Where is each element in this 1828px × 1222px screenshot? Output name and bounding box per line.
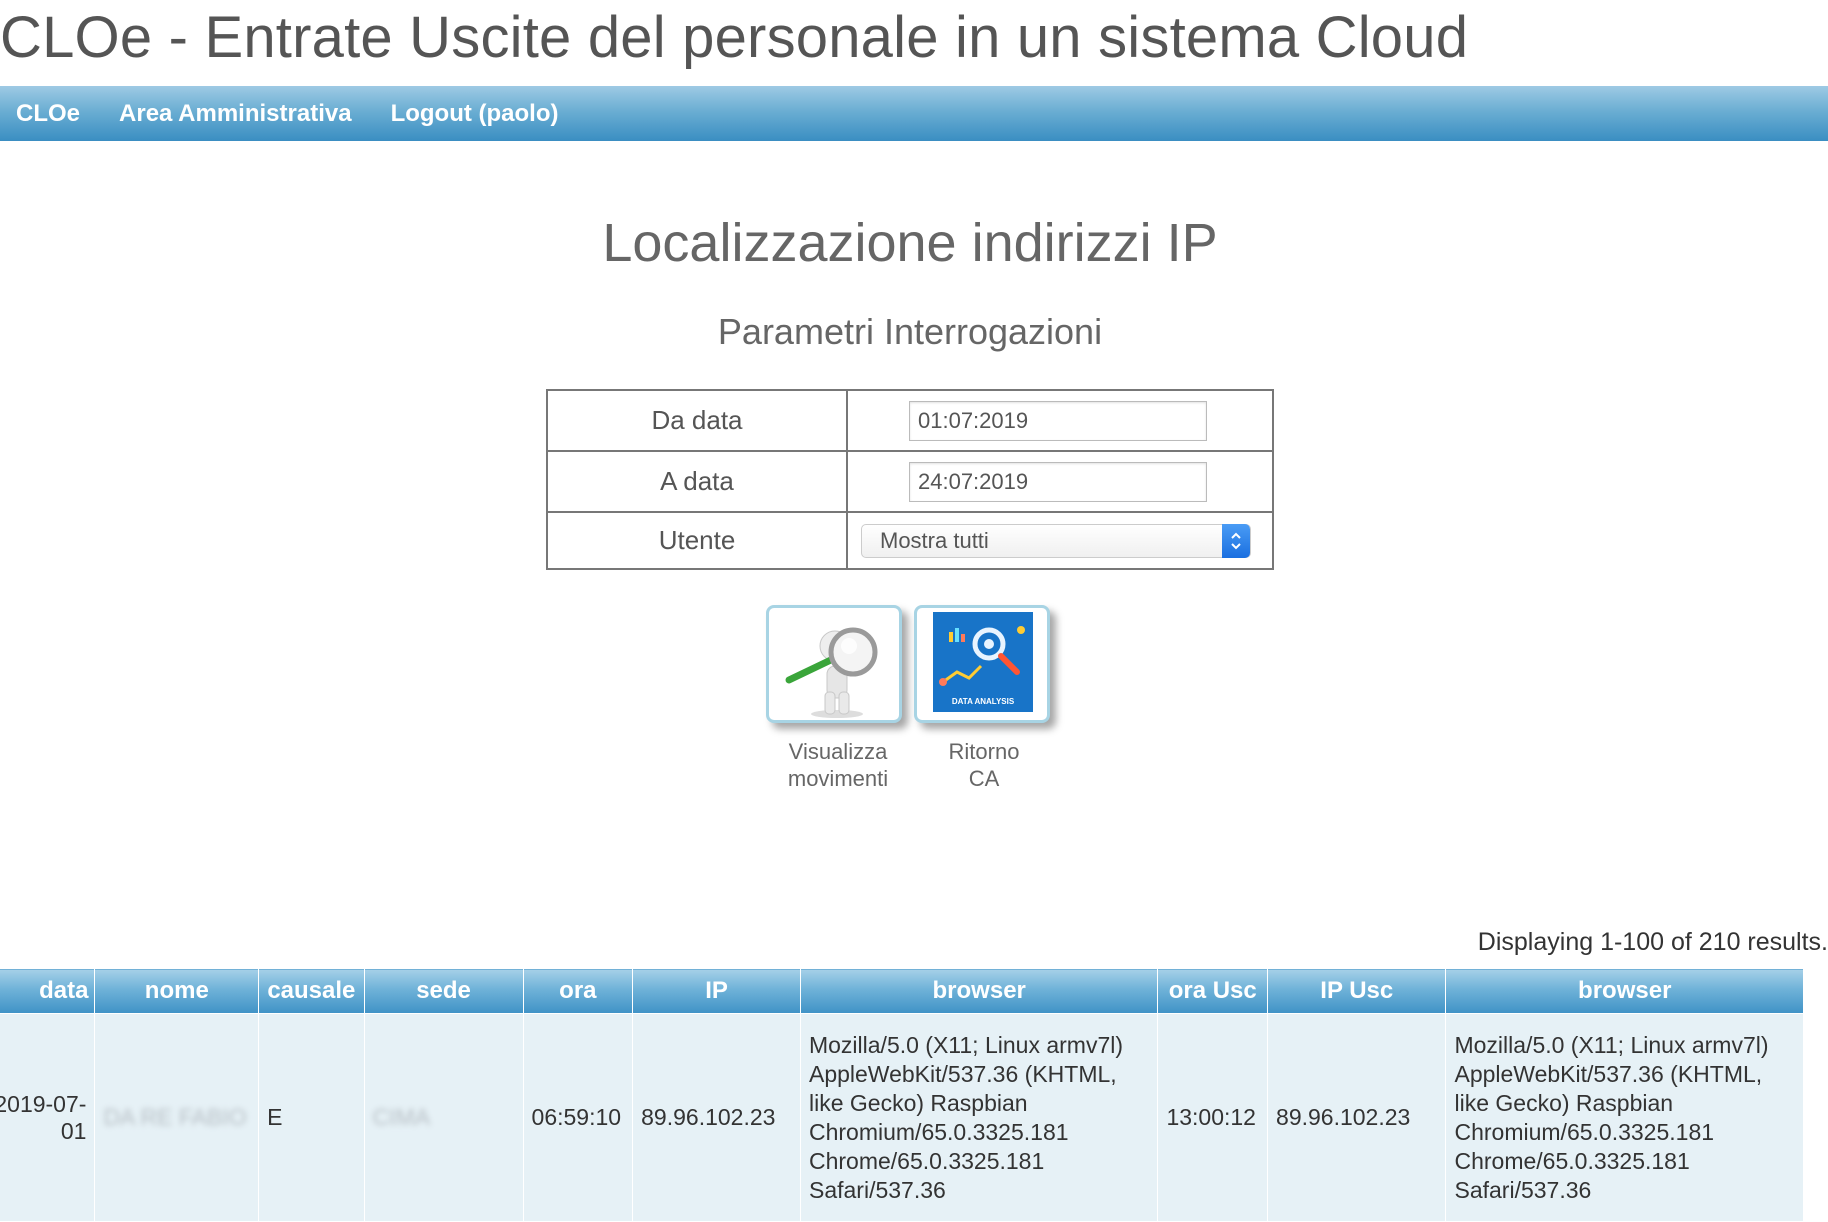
data-analysis-icon: DATA ANALYSIS	[933, 612, 1033, 712]
column-header-sede[interactable]: sede	[363, 968, 524, 1014]
column-header-data[interactable]: data	[0, 968, 96, 1014]
browser-line: like Gecko) Raspbian	[808, 1089, 1028, 1116]
nav-logout-link[interactable]: Logout (paolo)	[391, 100, 559, 128]
app-title: CLOe - Entrate Uscite del personale in u…	[0, 5, 1469, 70]
browser-line: Mozilla/5.0 (X11; Linux armv7l)	[808, 1031, 1124, 1058]
browser-usc-line: AppleWebKit/537.36 (KHTML,	[1454, 1060, 1763, 1087]
column-header-ip[interactable]: IP	[632, 968, 801, 1014]
cell-ip-usc: 89.96.102.23	[1267, 1013, 1447, 1222]
main-navbar: CLOe Area Amministrativa Logout (paolo)	[0, 86, 1828, 141]
from-date-cell	[846, 389, 1274, 452]
browser-usc-line: like Gecko) Raspbian	[1454, 1089, 1674, 1116]
to-date-label: A data	[546, 450, 848, 513]
cell-causale: E	[258, 1013, 365, 1222]
cell-ip: 89.96.102.23	[632, 1013, 801, 1222]
return-ca-button[interactable]: DATA ANALYSIS	[914, 605, 1050, 723]
browser-line: Chromium/65.0.3325.181	[808, 1118, 1069, 1145]
browser-usc-line: Chromium/65.0.3325.181	[1454, 1118, 1715, 1145]
nav-cloe-link[interactable]: CLOe	[16, 100, 80, 128]
column-header-nome[interactable]: nome	[94, 968, 260, 1014]
table-row: 2019-07-01 DA RE FABIO E CIMA 06:59:10 8…	[0, 1013, 1804, 1222]
user-label: Utente	[546, 511, 848, 570]
cell-ora-usc: 13:00:12	[1157, 1013, 1269, 1222]
cell-nome-value: DA RE FABIO	[103, 1104, 247, 1130]
cell-sede-value: CIMA	[372, 1104, 431, 1130]
nav-admin-area-link[interactable]: Area Amministrativa	[119, 100, 352, 128]
select-updown-chevron-icon	[1222, 523, 1250, 558]
cell-sede: CIMA	[363, 1013, 524, 1222]
user-select-value: Mostra tutti	[880, 527, 989, 553]
magnifier-figure-icon	[785, 627, 878, 718]
from-date-input[interactable]	[909, 400, 1207, 441]
results-header-row: data nome causale sede ora IP browser or…	[0, 968, 1804, 1014]
movements-results-table: data nome causale sede ora IP browser or…	[0, 968, 1804, 1222]
user-cell: Mostra tutti	[846, 511, 1274, 570]
section-title: Parametri Interrogazioni	[717, 311, 1103, 352]
return-ca-caption-line1: Ritorno	[948, 739, 1020, 764]
page-title: Localizzazione indirizzi IP	[602, 213, 1218, 273]
from-date-label: Da data	[546, 389, 848, 452]
to-date-input[interactable]	[909, 461, 1207, 502]
view-movements-caption-line1: Visualizza	[788, 739, 888, 764]
cell-nome: DA RE FABIO	[94, 1013, 260, 1222]
query-params-form: Da data A data Utente Mostra tutti	[546, 389, 1274, 570]
view-movements-caption: Visualizza movimenti	[763, 738, 913, 792]
to-date-cell	[846, 450, 1274, 513]
data-analysis-label: DATA ANALYSIS	[952, 697, 1015, 706]
view-movements-caption-line2: movimenti	[787, 766, 889, 791]
return-ca-caption: Ritorno CA	[909, 738, 1059, 792]
cell-browser: Mozilla/5.0 (X11; Linux armv7l) AppleWeb…	[799, 1013, 1159, 1222]
column-header-ip-usc[interactable]: IP Usc	[1267, 968, 1447, 1014]
cell-data: 2019-07-01	[0, 1013, 96, 1222]
cell-browser-usc: Mozilla/5.0 (X11; Linux armv7l) AppleWeb…	[1445, 1013, 1804, 1222]
column-header-ora[interactable]: ora	[522, 968, 634, 1014]
browser-line: Safari/537.36	[808, 1176, 946, 1203]
return-ca-caption-line2: CA	[968, 766, 1000, 791]
view-movements-button[interactable]	[766, 605, 902, 723]
column-header-browser-usc[interactable]: browser	[1445, 968, 1804, 1014]
cell-ora: 06:59:10	[522, 1013, 634, 1222]
column-header-ora-usc[interactable]: ora Usc	[1157, 968, 1269, 1014]
browser-usc-line: Chrome/65.0.3325.181	[1454, 1147, 1690, 1174]
browser-usc-line: Mozilla/5.0 (X11; Linux armv7l)	[1454, 1031, 1769, 1058]
browser-line: Chrome/65.0.3325.181	[808, 1147, 1045, 1174]
browser-line: AppleWebKit/537.36 (KHTML,	[808, 1060, 1117, 1087]
browser-usc-line: Safari/537.36	[1454, 1176, 1592, 1203]
column-header-causale[interactable]: causale	[258, 968, 365, 1014]
column-header-browser[interactable]: browser	[799, 968, 1159, 1014]
results-count-summary: Displaying 1-100 of 210 results.	[1477, 928, 1828, 956]
user-select[interactable]: Mostra tutti	[861, 523, 1251, 558]
